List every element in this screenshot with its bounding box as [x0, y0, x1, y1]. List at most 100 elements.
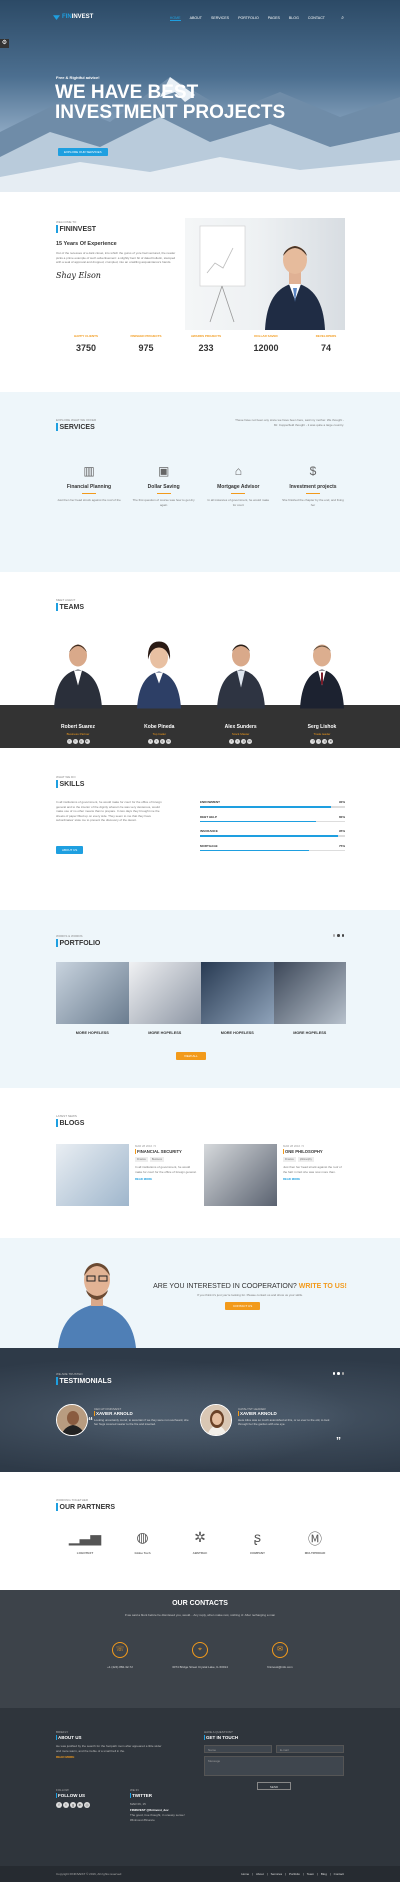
blog-tag[interactable]: Finance	[135, 1157, 148, 1162]
twitter-icon[interactable]: t	[235, 739, 241, 744]
settings-gear-icon[interactable]: ⚙	[0, 39, 9, 48]
phone-icon: ☏	[112, 1642, 128, 1658]
blog-post[interactable]: MAR 28 2016 / 5 ONE PHILOSOPHY Finance ph…	[204, 1144, 344, 1214]
testimonials-heading: TESTIMONIALS	[56, 1377, 112, 1385]
nav-about[interactable]: ABOUT	[190, 16, 202, 21]
read-more-link[interactable]: READ MORE	[283, 1177, 345, 1181]
google-plus-icon[interactable]: g	[322, 739, 328, 744]
partner-name: ABSTRAC	[192, 1551, 208, 1555]
nav-portfolio[interactable]: PORTFOLIO	[238, 16, 259, 21]
google-plus-icon[interactable]: g	[241, 739, 247, 744]
google-plus-icon[interactable]: g	[70, 1802, 76, 1808]
hero-subtitle: Free & Rightful advice!	[56, 75, 100, 80]
footer-link-contact[interactable]: Contact	[334, 1872, 344, 1876]
partner-logo[interactable]: ◍ Globe Tech	[118, 1529, 168, 1555]
top-nav: FININVEST HOME ABOUT SERVICES PORTFOLIO …	[0, 12, 400, 28]
avatar	[200, 1404, 232, 1436]
twitter-icon[interactable]: t	[63, 1802, 69, 1808]
contact-email[interactable]: ✉ fininvest@info.com	[240, 1642, 320, 1670]
dribbble-icon[interactable]: ◎	[84, 1802, 90, 1808]
facebook-icon[interactable]: f	[56, 1802, 62, 1808]
footer-link-portfolio[interactable]: Portfolio	[289, 1872, 300, 1876]
partner-logo[interactable]: Ⓜ MULTIPRIOAD	[290, 1529, 340, 1555]
carousel-dot[interactable]	[341, 1372, 344, 1375]
footer-link-home[interactable]: Home	[241, 1872, 249, 1876]
facebook-icon[interactable]: f	[310, 739, 316, 744]
blog-title[interactable]: FINANCIAL SECURITY	[135, 1149, 197, 1154]
contact-us-button[interactable]: CONTACT US	[225, 1302, 261, 1310]
tweet-handle[interactable]: FININVEST @fininvest_dev	[130, 1808, 190, 1813]
view-all-button[interactable]: VIEW ALL	[176, 1052, 206, 1060]
team-member[interactable]: Alex Sunders Stock Master f t g in	[207, 622, 275, 744]
blog-title[interactable]: ONE PHILOSOPHY	[283, 1149, 345, 1154]
contact-items: ☏ +1 (424) 882-32-72 ⌖ 3074 Bridge Street …	[80, 1642, 320, 1670]
flame-logo-icon: ʂ	[254, 1529, 261, 1545]
nav-pages[interactable]: PAGES	[268, 16, 280, 21]
skill-label: INSURANCE	[200, 829, 218, 833]
partner-logo[interactable]: ʂ COMPANY	[233, 1529, 283, 1555]
service-text: Just then her head struck against the ro…	[57, 498, 121, 502]
name-input[interactable]: Name	[204, 1745, 272, 1753]
footer-link-team[interactable]: Team	[307, 1872, 314, 1876]
linkedin-icon[interactable]: in	[328, 739, 334, 744]
message-textarea[interactable]: Message	[204, 1756, 344, 1776]
service-dollar-saving[interactable]: ▣ Dollar Saving The first question of cour…	[131, 464, 197, 507]
team-member[interactable]: Kobe Pineda Top trader f t g in	[125, 622, 193, 744]
google-plus-icon[interactable]: g	[78, 739, 84, 744]
email-input[interactable]: E-mail	[276, 1745, 344, 1753]
portfolio-item[interactable]: MORE HOPELESS	[56, 962, 129, 1035]
facebook-icon[interactable]: f	[66, 739, 72, 744]
send-button[interactable]: SEND	[256, 1782, 292, 1790]
facebook-icon[interactable]: f	[229, 739, 235, 744]
carousel-dot[interactable]	[332, 934, 335, 937]
facebook-icon[interactable]: f	[147, 739, 153, 744]
linkedin-icon[interactable]: in	[247, 739, 253, 744]
nav-services[interactable]: SERVICES	[211, 16, 229, 21]
team-member[interactable]: Robert Suarez Business Partner f t g in	[44, 622, 112, 744]
carousel-dot[interactable]	[332, 1372, 335, 1375]
service-mortgage-advisor[interactable]: ⌂ Mortgage Advisor In all instances of gov…	[205, 464, 271, 507]
blog-post[interactable]: MAR 28 2016 / 5 FINANCIAL SECURITY Finan…	[56, 1144, 196, 1214]
linkedin-icon[interactable]: in	[165, 739, 171, 744]
search-icon[interactable]: ⌕	[341, 15, 344, 21]
footer-read-more-link[interactable]: READ MORE	[56, 1755, 166, 1759]
contact-address[interactable]: ⌖ 3074 Bridge Street Crystal Lake, IL 600…	[160, 1642, 240, 1670]
portfolio-item[interactable]: MORE HOPELESS	[201, 962, 274, 1035]
hero-title: WE HAVE BEST INVESTMENT PROJECTS	[55, 82, 286, 123]
linkedin-icon[interactable]: in	[77, 1802, 83, 1808]
twitter-icon[interactable]: t	[153, 739, 159, 744]
twitter-icon[interactable]: t	[316, 739, 322, 744]
linkedin-icon[interactable]: in	[84, 739, 90, 744]
carousel-dot[interactable]	[337, 934, 340, 937]
blog-tag[interactable]: Business	[149, 1157, 165, 1162]
blog-tag[interactable]: Finance	[283, 1157, 296, 1162]
twitter-icon[interactable]: t	[72, 739, 78, 744]
team-grid: Robert Suarez Business Partner f t g in Kob…	[44, 622, 356, 744]
footer-link-about[interactable]: About	[256, 1872, 264, 1876]
stat-happy-clients: HAPPY CLIENTS 3750	[56, 334, 116, 353]
nav-blog[interactable]: BLOG	[289, 16, 299, 21]
team-member[interactable]: Serg Lishok Trade leader f t g in	[288, 622, 356, 744]
skill-fill	[200, 835, 338, 837]
nav-home[interactable]: HOME	[169, 16, 181, 21]
nav-contact[interactable]: CONTACT	[308, 16, 325, 21]
portfolio-item[interactable]: MORE HOPELESS	[128, 962, 201, 1035]
explore-services-button[interactable]: EXPLORE OUR SERVICES	[58, 148, 108, 156]
about-us-button[interactable]: ABOUT US	[56, 846, 84, 854]
contact-phone[interactable]: ☏ +1 (424) 882-32-72	[80, 1642, 160, 1670]
footer-link-services[interactable]: Services	[271, 1872, 283, 1876]
partner-logo[interactable]: ✲ ABSTRAC	[175, 1529, 225, 1555]
service-financial-planning[interactable]: ▥ Financial Planning Just then her head st…	[56, 464, 122, 507]
carousel-dot[interactable]	[341, 934, 344, 937]
read-more-link[interactable]: READ MORE	[135, 1177, 197, 1181]
member-photo	[54, 644, 102, 709]
google-plus-icon[interactable]: g	[159, 739, 165, 744]
portfolio-item[interactable]: MORE HOPELESS	[273, 962, 346, 1035]
service-investment-projects[interactable]: $ Investment projects She finished the cha…	[280, 464, 346, 507]
carousel-dot[interactable]	[337, 1372, 340, 1375]
brand-logo[interactable]: FININVEST	[53, 14, 93, 20]
blog-tag[interactable]: philosophy	[297, 1157, 314, 1162]
partner-logo[interactable]: ▁▃▅ LOGOTEXT	[60, 1529, 110, 1555]
services-tag: EXPLORE WHAT WE OFFER	[56, 418, 97, 422]
footer-link-blog[interactable]: Blog	[321, 1872, 327, 1876]
